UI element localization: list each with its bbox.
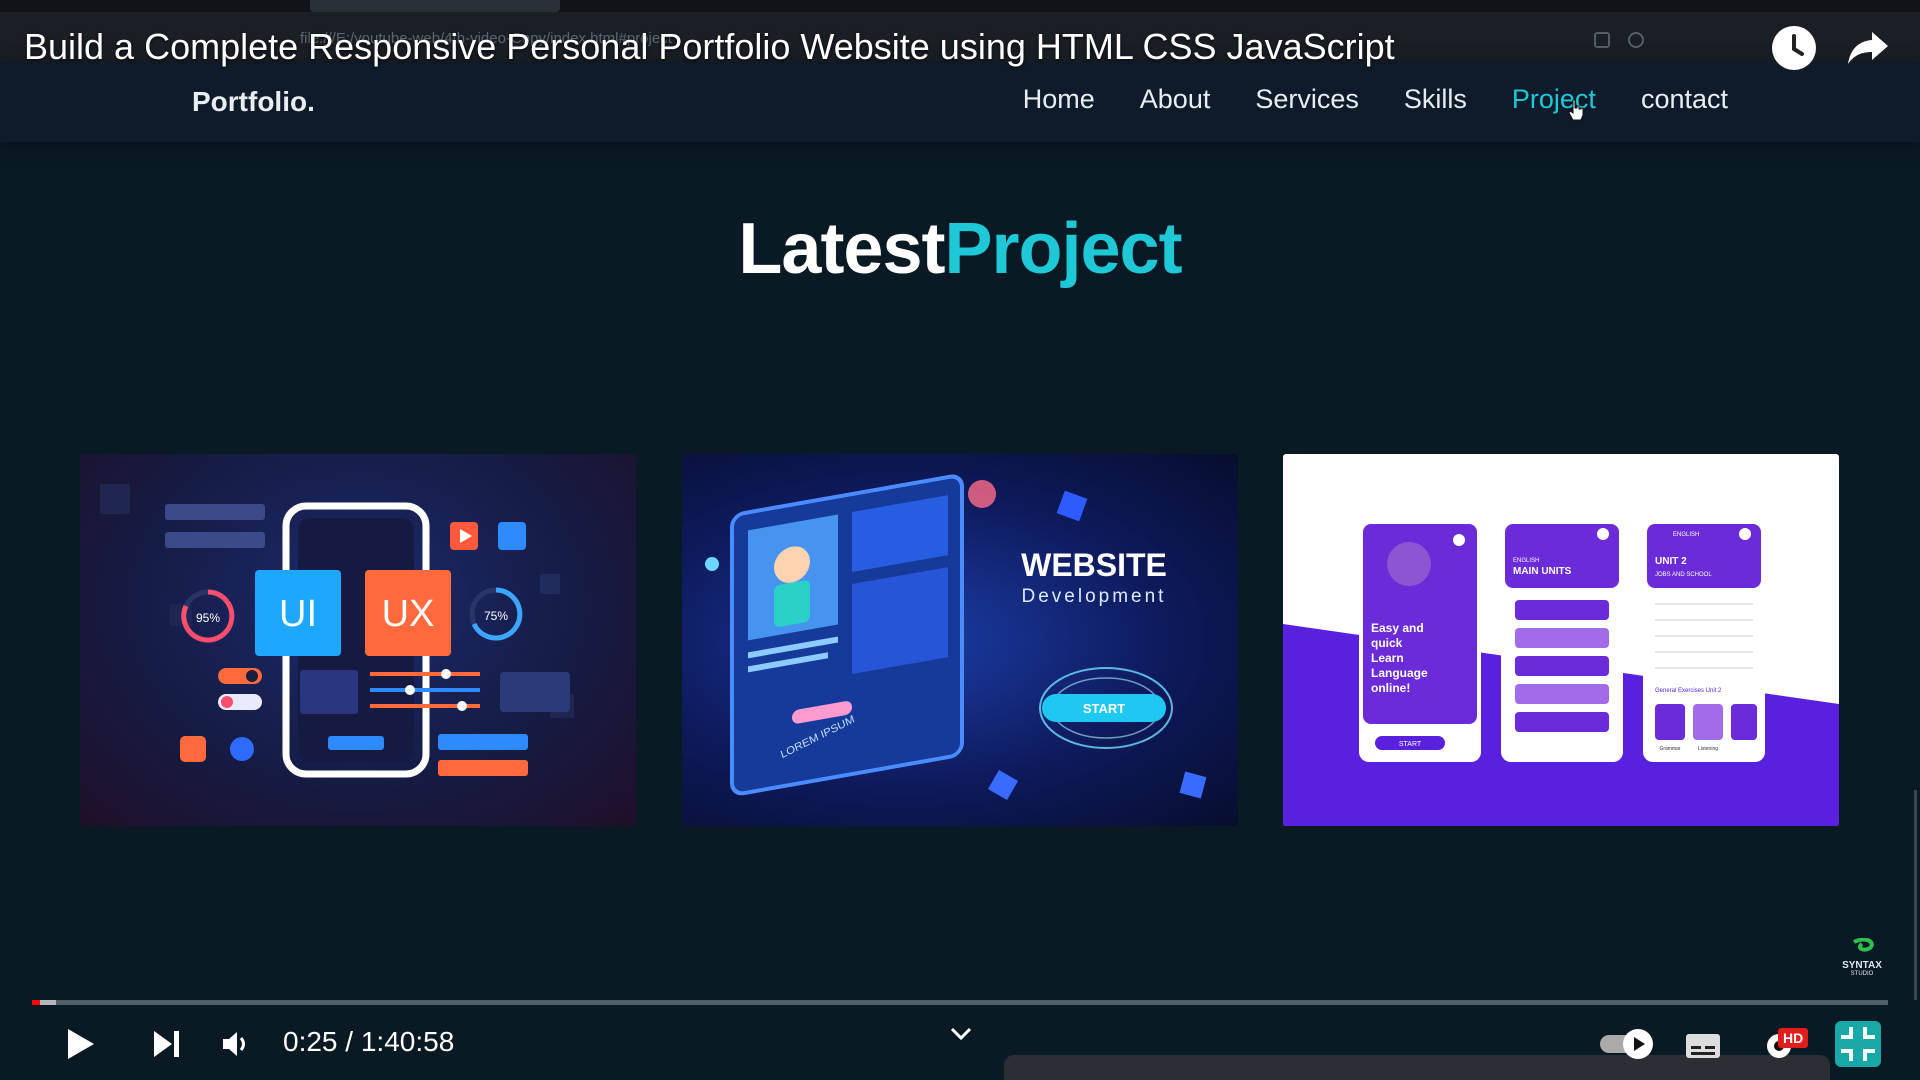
time-display: 0:25 / 1:40:58 (283, 1026, 454, 1058)
video-progress-fill (32, 1000, 40, 1005)
fullscreen-exit-icon[interactable] (1834, 1021, 1882, 1067)
section-title-project: Project (944, 209, 1182, 289)
video-title[interactable]: Build a Complete Responsive Personal Por… (24, 26, 1395, 68)
phone1-line-2: quick (1371, 636, 1403, 650)
chevron-down-icon[interactable] (950, 1027, 972, 1041)
phone3-btn2: Listening (1698, 746, 1718, 752)
time-total: 1:40:58 (360, 1026, 455, 1057)
autoplay-toggle[interactable] (1598, 1024, 1656, 1064)
video-progress-bar[interactable] (32, 1000, 1888, 1005)
watch-later-clock-icon[interactable] (1772, 26, 1816, 70)
nav-link-contact[interactable]: contact (1641, 84, 1728, 115)
watermark-text: SYNTAX STUDIO (1836, 960, 1888, 977)
nav-link-services[interactable]: Services (1255, 84, 1359, 115)
video-top-actions (1772, 26, 1890, 70)
site-nav: Home About Services Skills Project conta… (978, 84, 1728, 115)
section-title-latest: Latest (738, 209, 945, 289)
reader-mode-icon[interactable] (1594, 32, 1610, 48)
phone3-btn1: Grammar (1659, 746, 1680, 752)
section-title: LatestProject (0, 208, 1920, 290)
phone1-line-1: Easy and (1371, 621, 1424, 635)
project-card-language-app[interactable]: Easy and quick Learn Language online! ST… (1283, 454, 1839, 826)
website-heading: WEBSITE (1021, 547, 1167, 583)
nav-link-skills[interactable]: Skills (1404, 84, 1467, 115)
next-video-icon[interactable] (146, 1024, 186, 1064)
share-arrow-icon[interactable] (1846, 28, 1890, 68)
bookmark-star-icon[interactable] (1628, 32, 1644, 48)
volume-icon[interactable] (216, 1024, 256, 1064)
uiux-illustration: 95% 75% UI UX (100, 484, 574, 778)
phone2-small: ENGLISH (1513, 558, 1539, 564)
ui-tile-label: UI (279, 593, 317, 635)
website-subheading: Development (1022, 586, 1167, 607)
browser-tab[interactable] (310, 0, 560, 12)
phone2-title: MAIN UNITS (1513, 566, 1572, 577)
project-card-website[interactable]: LOREM IPSUM WEBSITE Development START (682, 454, 1238, 826)
watermark-title: SYNTAX (1842, 960, 1882, 971)
ux-tile-label: UX (382, 593, 435, 635)
website-start-button: START (1083, 701, 1125, 716)
time-current: 0:25 (283, 1026, 338, 1057)
time-separator: / (337, 1026, 361, 1057)
phone1-line-4: Language (1371, 666, 1428, 680)
language-app-illustration: Easy and quick Learn Language online! ST… (1283, 520, 1839, 826)
page-scrollbar[interactable] (1914, 790, 1917, 1000)
site-header: Portfolio. Home About Services Skills Pr… (0, 62, 1920, 142)
browser-tab-bar (0, 0, 1920, 12)
phone3-small: ENGLISH (1673, 532, 1699, 538)
phone3-title: UNIT 2 (1655, 556, 1687, 567)
nav-link-about[interactable]: About (1140, 84, 1211, 115)
phone3-sub: JOBS AND SCHOOL (1655, 572, 1712, 578)
watermark-subtitle: STUDIO (1850, 971, 1874, 977)
captions-icon[interactable] (1684, 1026, 1722, 1066)
website-illustration: LOREM IPSUM WEBSITE Development START (705, 474, 1207, 801)
gauge-right-label: 75% (484, 609, 508, 623)
play-icon[interactable] (60, 1024, 100, 1064)
site-logo[interactable]: Portfolio. (192, 86, 315, 118)
hd-badge: HD (1778, 1028, 1809, 1048)
phone3-section: General Exercises Unit 2 (1655, 688, 1722, 694)
phone1-line-5: online! (1371, 681, 1410, 695)
phone1-line-3: Learn (1371, 651, 1404, 665)
phone1-start: START (1399, 741, 1422, 748)
hand-cursor-icon (1568, 99, 1584, 121)
gauge-left-label: 95% (196, 611, 220, 625)
nav-link-home[interactable]: Home (1023, 84, 1095, 115)
project-grid: 95% 75% UI UX LOREM IPSUM WEBSITE Develo… (80, 454, 1840, 826)
project-card-uiux[interactable]: 95% 75% UI UX (80, 454, 636, 826)
